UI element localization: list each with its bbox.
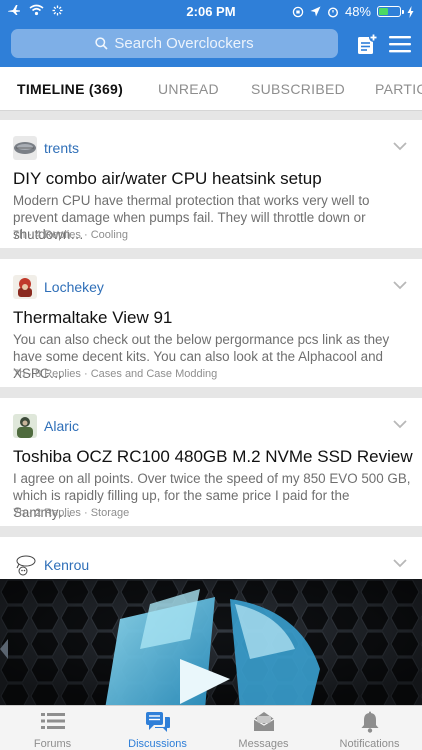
- rotation-lock-icon: [292, 6, 304, 17]
- thread-forum[interactable]: Storage: [91, 507, 130, 519]
- nav-forums[interactable]: Forums: [0, 706, 105, 750]
- app-header: 2:06 PM 48% Search Overclockers: [0, 0, 422, 67]
- meta-separator: ·: [28, 507, 32, 519]
- meta-separator: ·: [83, 507, 88, 519]
- location-arrow-icon: [310, 6, 321, 17]
- meta-separator: ·: [28, 229, 32, 241]
- thread-age: 7h: [13, 507, 26, 519]
- search-bar[interactable]: Search Overclockers: [11, 29, 338, 58]
- tab-unread[interactable]: UNREAD: [158, 81, 219, 97]
- thread-replies: 8 Replies: [35, 368, 81, 380]
- meta-separator: ·: [28, 368, 32, 380]
- thread-forum[interactable]: Cooling: [91, 229, 128, 241]
- nav-notifications-label: Notifications: [339, 738, 400, 750]
- thread-card[interactable]: Alaric Toshiba OCZ RC100 480GB M.2 NVMe …: [0, 398, 422, 526]
- nav-messages[interactable]: Messages: [211, 706, 316, 750]
- battery-icon: [377, 6, 404, 17]
- thread-card[interactable]: trents DIY combo air/water CPU heatsink …: [0, 120, 422, 248]
- thread-author[interactable]: Lochekey: [44, 279, 104, 295]
- tab-timeline[interactable]: TIMELINE (369): [17, 81, 123, 97]
- thread-author[interactable]: Alaric: [44, 418, 79, 434]
- thread-meta: 7h · 8 Replies · Cases and Case Modding: [13, 368, 217, 380]
- chevron-down-icon[interactable]: [392, 418, 408, 430]
- nav-discussions-label: Discussions: [128, 738, 187, 750]
- nav-messages-label: Messages: [238, 738, 289, 750]
- chevron-down-icon[interactable]: [392, 279, 408, 291]
- bottom-tab-bar: Forums Discussions Messages Notification…: [0, 705, 422, 750]
- chevron-down-icon[interactable]: [392, 140, 408, 152]
- search-placeholder: Search Overclockers: [114, 35, 254, 52]
- envelope-icon: [253, 712, 274, 731]
- nav-notifications[interactable]: Notifications: [317, 706, 422, 750]
- compose-icon: [358, 33, 378, 54]
- hexagon-logo-image: [0, 579, 422, 705]
- tab-subscribed[interactable]: SUBSCRIBED: [251, 81, 345, 97]
- thread-author[interactable]: Kenrou: [44, 557, 89, 573]
- thread-meta: 7h · 2 Replies · Storage: [13, 507, 129, 519]
- thread-age: 7h: [13, 368, 26, 380]
- menu-button[interactable]: [386, 30, 414, 58]
- thread-author[interactable]: trents: [44, 140, 79, 156]
- thread-replies: 4 Replies: [35, 229, 81, 241]
- battery-level: [379, 8, 389, 15]
- nav-discussions[interactable]: Discussions: [105, 706, 210, 750]
- thread-image[interactable]: [0, 579, 422, 705]
- thread-forum[interactable]: Cases and Case Modding: [91, 368, 218, 380]
- thread-title[interactable]: DIY combo air/water CPU heatsink setup: [13, 169, 322, 189]
- chat-bubbles-icon: [145, 712, 170, 732]
- discussion-tabs: TIMELINE (369) UNREAD SUBSCRIBED PARTIC: [0, 67, 422, 111]
- hamburger-menu-icon: [389, 36, 411, 53]
- thread-title[interactable]: Toshiba OCZ RC100 480GB M.2 NVMe SSD Rev…: [13, 447, 413, 467]
- bell-icon: [361, 711, 378, 733]
- alarm-icon: [327, 6, 338, 18]
- meta-separator: ·: [83, 368, 88, 380]
- avatar[interactable]: [13, 414, 37, 438]
- meta-separator: ·: [83, 229, 88, 241]
- thread-replies: 2 Replies: [35, 507, 81, 519]
- thread-title[interactable]: Thermaltake View 91: [13, 308, 172, 328]
- chevron-down-icon[interactable]: [392, 557, 408, 569]
- thread-feed: trents DIY combo air/water CPU heatsink …: [0, 111, 422, 705]
- thread-age: 7h: [13, 229, 26, 241]
- tab-participated[interactable]: PARTIC: [375, 81, 422, 97]
- avatar[interactable]: [13, 136, 37, 160]
- charging-bolt-icon: [407, 5, 414, 18]
- avatar[interactable]: [13, 275, 37, 299]
- battery-percent: 48%: [344, 4, 371, 19]
- search-icon: [95, 37, 108, 50]
- nav-forums-label: Forums: [33, 738, 72, 750]
- thread-meta: 7h · 4 Replies · Cooling: [13, 229, 128, 241]
- thread-card[interactable]: Lochekey Thermaltake View 91 You can als…: [0, 259, 422, 387]
- status-bar: 2:06 PM 48%: [0, 0, 422, 22]
- list-icon: [40, 713, 65, 729]
- status-right: 48%: [292, 4, 414, 19]
- new-thread-button[interactable]: [353, 30, 381, 58]
- avatar[interactable]: [13, 553, 37, 577]
